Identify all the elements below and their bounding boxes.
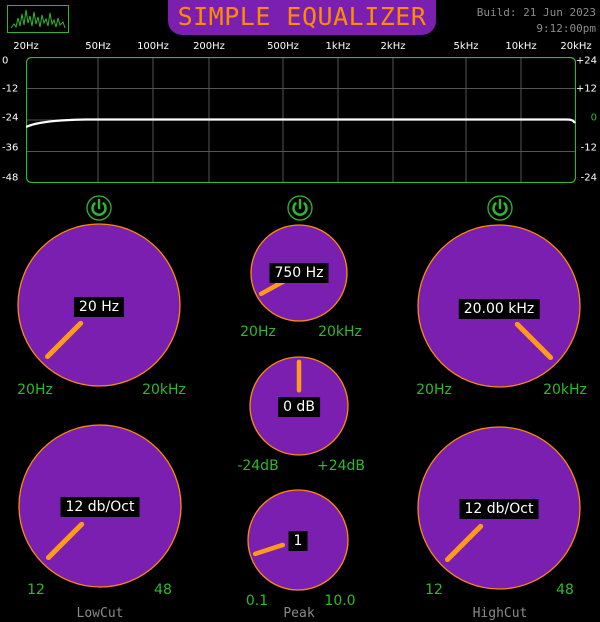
db-label: 0 [2, 55, 9, 67]
db-label: -24 [2, 112, 19, 124]
build-date: Build: 21 Jun 2023 [476, 6, 596, 19]
response-curve [26, 118, 576, 129]
lowcut-slope-value: 12 db/Oct [60, 497, 140, 517]
lowcut-band-label: LowCut [76, 606, 124, 621]
highcut-freq-value: 20.00 kHz [458, 299, 540, 319]
freq-label: 20kHz [560, 41, 592, 52]
highcut-freq-min-label: 20Hz [416, 382, 452, 398]
peak-gain-max-label: +24dB [316, 458, 366, 474]
freq-label: 500Hz [267, 41, 299, 52]
highcut-band-label: HighCut [472, 606, 528, 621]
db-label: -36 [2, 142, 19, 154]
db-label: -12 [2, 83, 19, 95]
peak-freq-min-label: 20Hz [240, 324, 276, 340]
highcut-slope-value: 12 db/Oct [459, 499, 539, 519]
freq-label: 1kHz [325, 41, 351, 52]
db-label: +24 [575, 55, 597, 67]
freq-label: 20Hz [13, 41, 39, 52]
db-label: +12 [575, 83, 597, 95]
build-time: 9:12:00pm [536, 22, 596, 35]
freq-label: 5kHz [453, 41, 479, 52]
db-label: -48 [2, 172, 19, 184]
freq-label: 50Hz [85, 41, 111, 52]
peak-gain-value: 0 dB [278, 397, 320, 417]
highcut-slope-max-label: 48 [556, 582, 574, 598]
spectrum-logo-icon [7, 5, 69, 33]
app-title: SIMPLE EQUALIZER [177, 2, 427, 31]
lowcut-freq-max-label: 20kHz [142, 382, 186, 398]
freq-label: 100Hz [137, 41, 169, 52]
peak-quality-value: 1 [288, 531, 308, 551]
peak-freq-max-label: 20kHz [318, 324, 362, 340]
lowcut-bypass-button[interactable] [86, 195, 112, 221]
lowcut-slope-min-label: 12 [27, 582, 45, 598]
db-label: -12 [580, 142, 597, 154]
db-label-zero: 0 [590, 112, 597, 124]
freq-label: 2kHz [380, 41, 406, 52]
lowcut-freq-value: 20 Hz [73, 297, 125, 317]
peak-freq-value: 750 Hz [269, 263, 329, 283]
highcut-freq-max-label: 20kHz [543, 382, 587, 398]
power-icon [492, 198, 508, 216]
highcut-slope-min-label: 12 [425, 582, 443, 598]
highcut-bypass-button[interactable] [487, 195, 513, 221]
power-icon [292, 198, 308, 216]
response-curve-display [26, 57, 576, 183]
peak-band-label: Peak [283, 606, 315, 621]
peak-gain-min-label: -24dB [237, 458, 279, 474]
freq-label: 200Hz [193, 41, 225, 52]
lowcut-freq-min-label: 20Hz [17, 382, 53, 398]
db-label: -24 [580, 172, 597, 184]
peak-bypass-button[interactable] [287, 195, 313, 221]
lowcut-slope-max-label: 48 [154, 582, 172, 598]
freq-label: 10kHz [505, 41, 537, 52]
power-icon [91, 198, 107, 216]
peak-quality-max-label: 10.0 [324, 593, 356, 609]
peak-quality-min-label: 0.1 [245, 593, 269, 609]
